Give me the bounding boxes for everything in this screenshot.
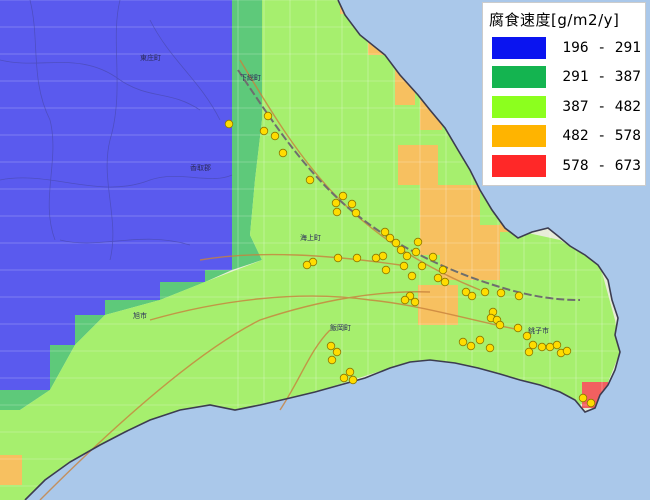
survey-point[interactable]	[278, 148, 288, 158]
legend-title: 腐食速度[g/m2/y]	[489, 11, 620, 29]
survey-point[interactable]	[339, 373, 349, 383]
survey-point[interactable]	[433, 273, 443, 283]
survey-point[interactable]	[259, 126, 269, 136]
survey-point[interactable]	[411, 247, 421, 257]
legend-item: 482 - 578	[489, 122, 641, 152]
survey-point[interactable]	[552, 340, 562, 350]
survey-point[interactable]	[480, 287, 490, 297]
place-label: 海上町	[300, 233, 321, 242]
survey-point[interactable]	[391, 238, 401, 248]
survey-point[interactable]	[381, 265, 391, 275]
survey-point[interactable]	[440, 277, 450, 287]
survey-point[interactable]	[438, 265, 448, 275]
survey-point[interactable]	[413, 237, 423, 247]
survey-point[interactable]	[399, 261, 409, 271]
survey-point[interactable]	[305, 175, 315, 185]
survey-point[interactable]	[407, 271, 417, 281]
survey-point[interactable]	[402, 251, 412, 261]
legend-item: 291 - 387	[489, 63, 641, 93]
survey-point[interactable]	[348, 375, 358, 385]
survey-point[interactable]	[537, 342, 547, 352]
survey-point[interactable]	[270, 131, 280, 141]
survey-point[interactable]	[522, 331, 532, 341]
survey-point[interactable]	[326, 341, 336, 351]
survey-point[interactable]	[400, 295, 410, 305]
survey-point[interactable]	[467, 291, 477, 301]
survey-point[interactable]	[528, 340, 538, 350]
survey-point[interactable]	[562, 346, 572, 356]
survey-point[interactable]	[263, 111, 273, 121]
map-legend: 腐食速度[g/m2/y] 196 - 291 291 - 387 387 - 4…	[482, 2, 646, 186]
survey-point[interactable]	[351, 208, 361, 218]
legend-label: 387 - 482	[562, 98, 641, 115]
legend-swatch	[492, 154, 547, 177]
survey-point[interactable]	[514, 291, 524, 301]
survey-point[interactable]	[466, 341, 476, 351]
legend-swatch	[492, 66, 547, 89]
place-label: 旭市	[133, 311, 147, 320]
survey-point[interactable]	[524, 347, 534, 357]
survey-point[interactable]	[332, 347, 342, 357]
place-label: 東庄町	[140, 53, 161, 62]
survey-point[interactable]	[586, 398, 596, 408]
survey-point[interactable]	[513, 323, 523, 333]
survey-point[interactable]	[396, 245, 406, 255]
legend-label: 196 - 291	[562, 39, 641, 56]
legend-item: 196 - 291	[489, 33, 641, 63]
legend-label: 578 - 673	[562, 157, 641, 174]
survey-point[interactable]	[578, 393, 588, 403]
legend-label: 482 - 578	[562, 128, 641, 145]
legend-item: 387 - 482	[489, 92, 641, 122]
survey-point[interactable]	[327, 355, 337, 365]
survey-point[interactable]	[347, 199, 357, 209]
survey-point[interactable]	[417, 261, 427, 271]
survey-point[interactable]	[338, 191, 348, 201]
survey-point[interactable]	[352, 253, 362, 263]
legend-label: 291 - 387	[562, 69, 641, 86]
survey-point[interactable]	[333, 253, 343, 263]
survey-point[interactable]	[378, 251, 388, 261]
survey-point[interactable]	[332, 207, 342, 217]
place-label: 下総町	[240, 73, 261, 82]
survey-point[interactable]	[410, 297, 420, 307]
survey-point[interactable]	[475, 335, 485, 345]
place-label: 銚子市	[528, 326, 549, 335]
survey-point[interactable]	[371, 253, 381, 263]
legend-swatch	[492, 125, 547, 148]
legend-item: 578 - 673	[489, 151, 641, 181]
survey-point[interactable]	[302, 260, 312, 270]
survey-point[interactable]	[496, 288, 506, 298]
survey-point[interactable]	[485, 343, 495, 353]
survey-point[interactable]	[345, 367, 355, 377]
survey-point[interactable]	[458, 337, 468, 347]
corrosion-rate-map: 東庄町 香取郡 下総町 旭市 海上町 飯岡町 銚子市 腐食速度[g/m2/y] …	[0, 0, 650, 500]
legend-swatch	[492, 36, 547, 59]
survey-point[interactable]	[331, 198, 341, 208]
place-label: 香取郡	[190, 163, 211, 172]
survey-point[interactable]	[495, 320, 505, 330]
place-label: 飯岡町	[330, 323, 351, 332]
survey-point[interactable]	[224, 119, 234, 129]
survey-point[interactable]	[545, 342, 555, 352]
survey-point[interactable]	[428, 252, 438, 262]
legend-swatch	[492, 95, 547, 118]
